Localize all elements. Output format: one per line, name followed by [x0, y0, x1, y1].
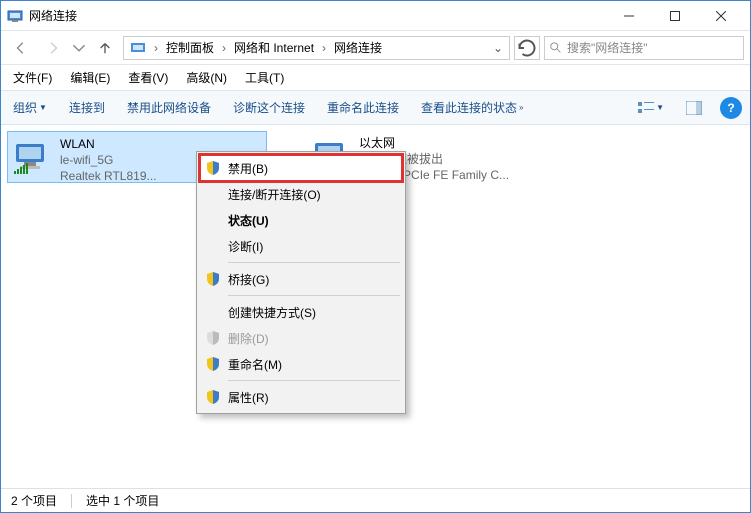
- shield-icon: [205, 389, 221, 405]
- menu-tools[interactable]: 工具(T): [239, 66, 290, 89]
- crumb-network-connections[interactable]: 网络连接: [330, 37, 386, 59]
- adapter-name: 以太网: [359, 135, 509, 151]
- ctx-bridge[interactable]: 桥接(G): [200, 266, 402, 292]
- search-input[interactable]: 搜索"网络连接": [544, 36, 744, 60]
- maximize-button[interactable]: [652, 1, 698, 31]
- help-button[interactable]: ?: [720, 97, 742, 119]
- tb-view-status[interactable]: 查看此连接的状态»: [417, 95, 527, 120]
- ctx-connect[interactable]: 连接/断开连接(O): [200, 181, 402, 207]
- path-icon: [130, 40, 146, 56]
- separator: [228, 262, 400, 263]
- adapter-name: WLAN: [60, 136, 157, 152]
- address-bar: › 控制面板 › 网络和 Internet › 网络连接 ⌄ 搜索"网络连接": [1, 31, 750, 65]
- crumb-network-internet[interactable]: 网络和 Internet: [230, 37, 318, 59]
- adapter-ssid: le-wifi_5G: [60, 152, 157, 168]
- menu-advanced[interactable]: 高级(N): [180, 66, 233, 89]
- tb-diagnose[interactable]: 诊断这个连接: [229, 95, 309, 120]
- shield-icon: [205, 330, 221, 346]
- window-title: 网络连接: [29, 7, 606, 24]
- selected-count: 选中 1 个项目: [86, 492, 159, 509]
- shield-icon: [205, 356, 221, 372]
- ctx-disable[interactable]: 禁用(B): [200, 155, 402, 181]
- ctx-diagnose[interactable]: 诊断(I): [200, 233, 402, 259]
- minimize-button[interactable]: [606, 1, 652, 31]
- command-bar: 组织▼ 连接到 禁用此网络设备 诊断这个连接 重命名此连接 查看此连接的状态» …: [1, 91, 750, 125]
- separator: [228, 295, 400, 296]
- status-bar: 2 个项目 选中 1 个项目: [1, 488, 750, 512]
- close-button[interactable]: [698, 1, 744, 31]
- shield-icon: [205, 271, 221, 287]
- menu-file[interactable]: 文件(F): [7, 66, 58, 89]
- forward-button[interactable]: [39, 34, 67, 62]
- menu-view[interactable]: 查看(V): [122, 66, 174, 89]
- breadcrumb-path[interactable]: › 控制面板 › 网络和 Internet › 网络连接 ⌄: [123, 36, 510, 60]
- tb-view-options[interactable]: ▼: [634, 97, 668, 119]
- context-menu: 禁用(B) 连接/断开连接(O) 状态(U) 诊断(I) 桥接(G) 创建快捷方…: [196, 151, 406, 414]
- title-bar: 网络连接: [1, 1, 750, 31]
- tb-disable-device[interactable]: 禁用此网络设备: [123, 95, 215, 120]
- adapter-device: Realtek RTL819...: [60, 168, 157, 184]
- tb-preview-pane[interactable]: [682, 97, 706, 119]
- search-placeholder: 搜索"网络连接": [567, 39, 648, 56]
- crumb-control-panel[interactable]: 控制面板: [162, 37, 218, 59]
- refresh-button[interactable]: [514, 36, 540, 60]
- chevron-right-icon[interactable]: ›: [318, 41, 330, 55]
- separator: [228, 380, 400, 381]
- app-icon: [7, 8, 23, 24]
- path-dropdown[interactable]: ⌄: [489, 41, 507, 55]
- separator: [71, 494, 72, 508]
- item-count: 2 个项目: [11, 492, 57, 509]
- ctx-status[interactable]: 状态(U): [200, 207, 402, 233]
- ctx-properties[interactable]: 属性(R): [200, 384, 402, 410]
- recent-dropdown[interactable]: [71, 34, 87, 62]
- back-button[interactable]: [7, 34, 35, 62]
- ctx-delete: 删除(D): [200, 325, 402, 351]
- shield-icon: [205, 160, 221, 176]
- tb-organize[interactable]: 组织▼: [9, 95, 51, 120]
- up-button[interactable]: [91, 34, 119, 62]
- menu-bar: 文件(F) 编辑(E) 查看(V) 高级(N) 工具(T): [1, 65, 750, 91]
- tb-rename[interactable]: 重命名此连接: [323, 95, 403, 120]
- chevron-right-icon[interactable]: ›: [150, 41, 162, 55]
- search-icon: [549, 41, 563, 55]
- wlan-icon: [12, 136, 54, 178]
- menu-edit[interactable]: 编辑(E): [64, 66, 116, 89]
- chevron-right-icon[interactable]: ›: [218, 41, 230, 55]
- tb-connect-to[interactable]: 连接到: [65, 95, 109, 120]
- ctx-rename[interactable]: 重命名(M): [200, 351, 402, 377]
- ctx-shortcut[interactable]: 创建快捷方式(S): [200, 299, 402, 325]
